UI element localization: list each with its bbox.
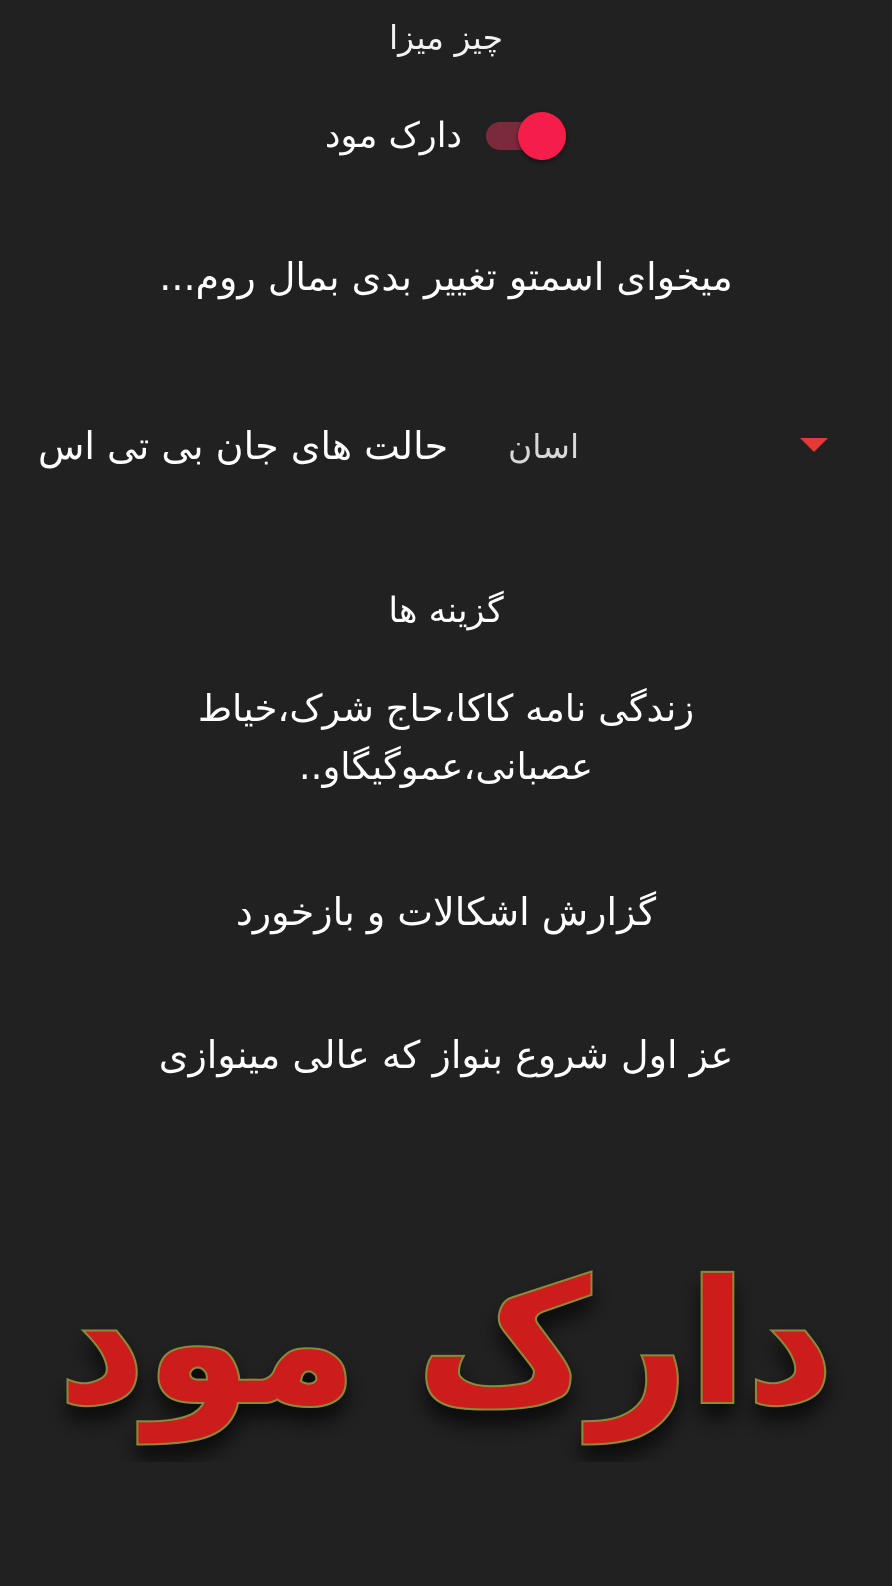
app-title: چیز میزا [388,18,504,57]
dark-mode-row[interactable]: دارک مود [300,108,600,164]
options-heading: گزینه ها [388,591,504,631]
change-name-link[interactable]: میخوای اسمتو تغییر بدی بمال روم... [0,250,892,304]
bts-mode-row: حالت های جان بی تی اس اسان [0,412,892,482]
bts-mode-selected-value[interactable]: اسان [508,422,579,472]
option-biography[interactable]: زندگی نامه کاکا،حاج شرک،خیاط عصبانی،عموگ… [180,680,712,796]
dark-mode-label: دارک مود [324,116,462,156]
dark-mode-watermark: دارک مود [56,1262,836,1446]
option-start-playing[interactable]: عز اول شروع بنواز که عالی مینوازی [0,1028,892,1082]
dark-mode-switch[interactable] [486,112,566,160]
watermark-text: دارک مود [58,1262,834,1444]
option-report-bugs[interactable]: گزارش اشکالات و بازخورد [0,885,892,939]
bts-mode-label: حالت های جان بی تی اس [38,424,449,468]
switch-thumb [518,112,566,160]
dropdown-arrow-icon[interactable] [800,438,828,452]
